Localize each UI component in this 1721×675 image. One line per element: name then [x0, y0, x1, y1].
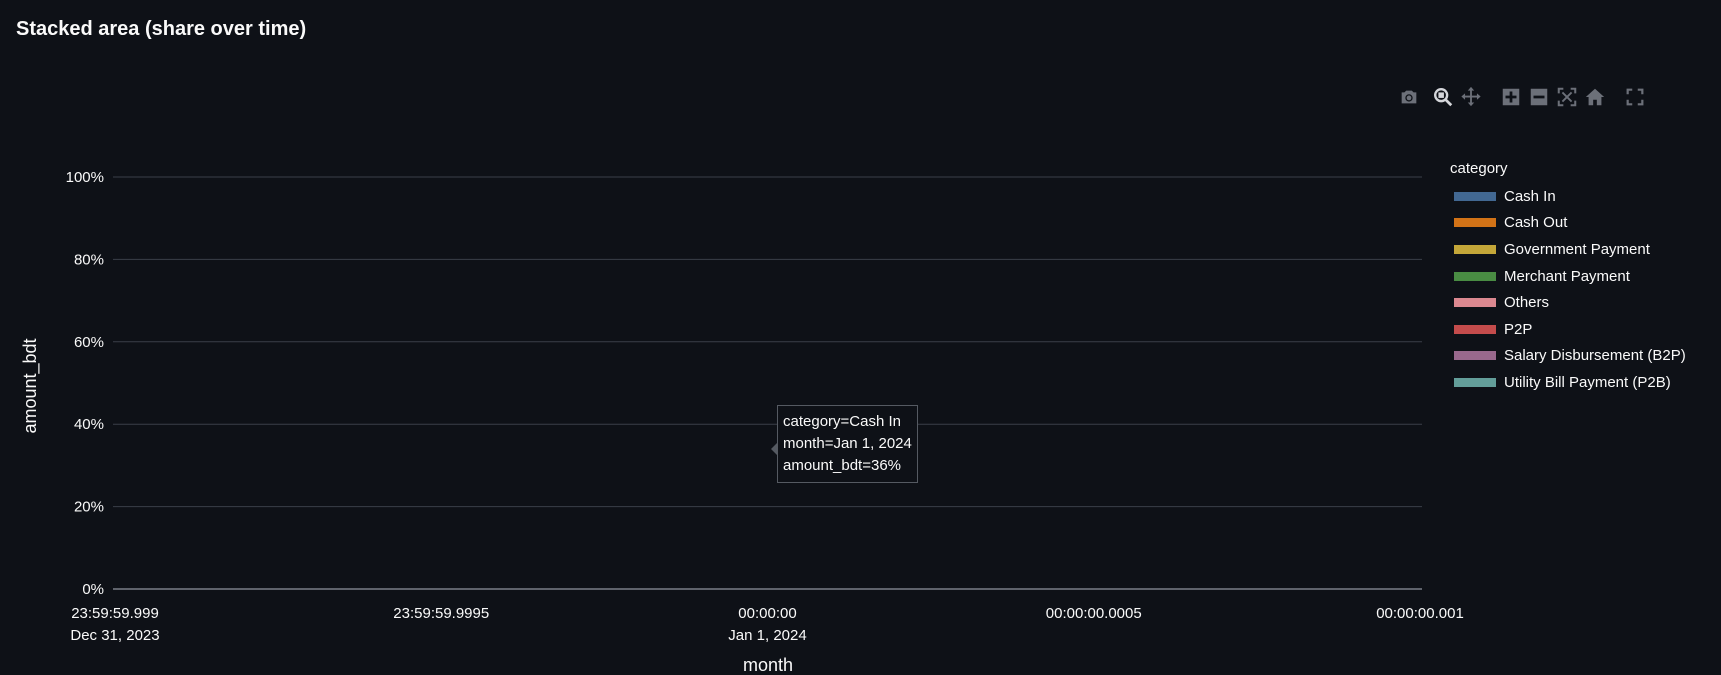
- legend-swatch: [1454, 244, 1496, 254]
- legend-swatch: [1454, 271, 1496, 281]
- x-tick-date-label: Dec 31, 2023: [70, 627, 159, 644]
- legend-item[interactable]: Others: [1450, 289, 1686, 316]
- legend-label: Cash In: [1504, 187, 1556, 205]
- tooltip-category: category=Cash In: [783, 413, 901, 430]
- tooltip-value: amount_bdt=36%: [783, 457, 902, 474]
- legend-item[interactable]: Salary Disbursement (B2P): [1450, 343, 1686, 370]
- x-axis-ticks: 23:59:59.999 Dec 31, 2023 23:59:59.9995 00:…: [70, 605, 1463, 644]
- x-tick-date-label: Jan 1, 2024: [728, 627, 806, 644]
- legend-item[interactable]: Government Payment: [1450, 236, 1686, 263]
- legend: category Cash In Cash Out Government Payme…: [1450, 160, 1686, 396]
- y-tick-label: 100%: [66, 169, 104, 186]
- legend-title: category: [1450, 160, 1508, 177]
- tooltip-month: month=Jan 1, 2024: [783, 435, 912, 452]
- legend-label: Government Payment: [1504, 240, 1650, 258]
- x-axis-title: month: [743, 655, 793, 675]
- x-tick-label: 23:59:59.999: [71, 605, 159, 622]
- legend-swatch: [1454, 218, 1496, 228]
- legend-swatch: [1454, 191, 1496, 201]
- legend-swatch: [1454, 324, 1496, 334]
- x-tick-label: 00:00:00.0005: [1046, 605, 1142, 622]
- y-tick-label: 0%: [82, 581, 104, 598]
- legend-item[interactable]: Merchant Payment: [1450, 263, 1686, 290]
- legend-swatch: [1454, 377, 1496, 387]
- legend-swatch: [1454, 298, 1496, 308]
- legend-label: Salary Disbursement (B2P): [1504, 347, 1686, 365]
- legend-item[interactable]: Utility Bill Payment (P2B): [1450, 369, 1686, 396]
- legend-label: Merchant Payment: [1504, 267, 1630, 285]
- y-axis-title: amount_bdt: [20, 338, 41, 433]
- gridlines: [113, 176, 1422, 590]
- x-tick-label: 23:59:59.9995: [393, 605, 489, 622]
- legend-swatch: [1454, 351, 1496, 361]
- legend-item[interactable]: P2P: [1450, 316, 1686, 343]
- y-tick-label: 40%: [74, 416, 104, 433]
- y-axis-ticks: 0% 20% 40% 60% 80% 100%: [66, 169, 104, 598]
- legend-label: Cash Out: [1504, 214, 1568, 232]
- legend-label: Utility Bill Payment (P2B): [1504, 373, 1671, 391]
- legend-label: P2P: [1504, 320, 1533, 338]
- x-tick-label: 00:00:00: [738, 605, 796, 622]
- hover-tooltip: category=Cash In month=Jan 1, 2024 amoun…: [771, 405, 918, 483]
- x-tick-label: 00:00:00.001: [1376, 605, 1464, 622]
- legend-label: Others: [1504, 294, 1550, 312]
- y-tick-label: 80%: [74, 251, 104, 268]
- legend-item[interactable]: Cash In: [1450, 183, 1686, 210]
- y-tick-label: 60%: [74, 334, 104, 351]
- y-tick-label: 20%: [74, 499, 104, 516]
- legend-item[interactable]: Cash Out: [1450, 210, 1686, 237]
